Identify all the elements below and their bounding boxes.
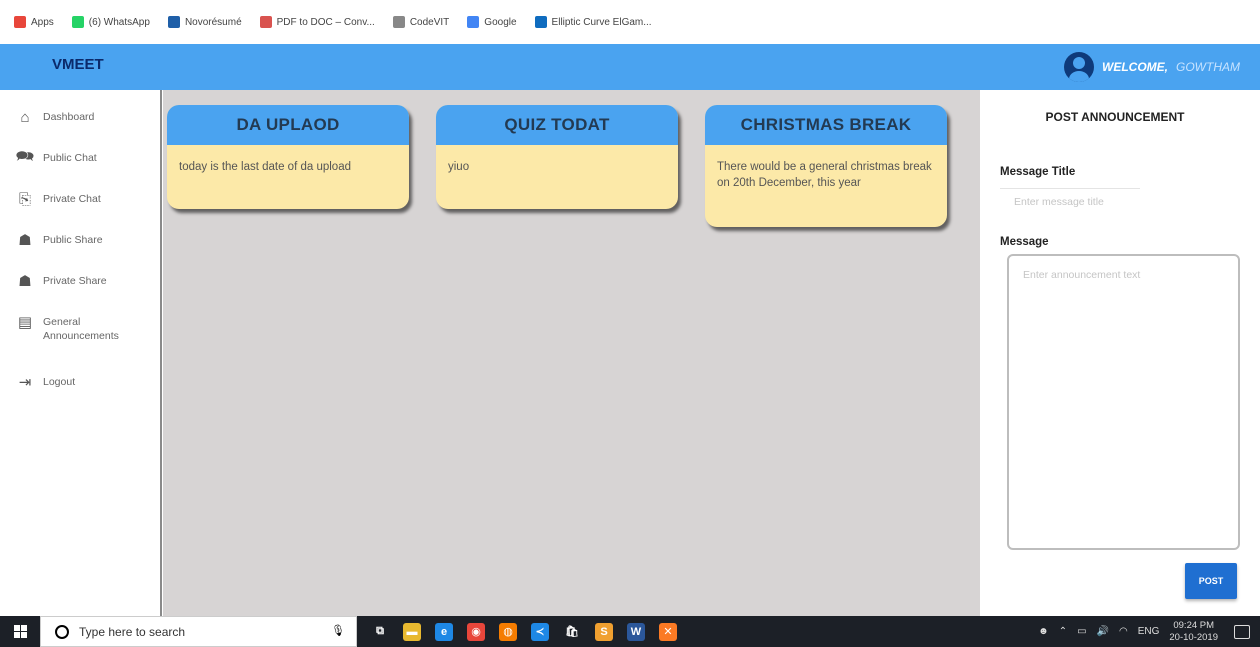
post-announcement-panel: POST ANNOUNCEMENT Message Title Message … bbox=[980, 90, 1260, 616]
sidebar-item-dashboard[interactable]: ⌂ Dashboard bbox=[0, 102, 160, 143]
bookmark-item[interactable]: (6) WhatsApp bbox=[71, 16, 150, 28]
app-header: VMEET WELCOME, GOWTHAM bbox=[0, 44, 1260, 90]
firefox-icon[interactable]: ◍ bbox=[499, 622, 517, 641]
sidebar-item-public-chat[interactable]: 🗪 Public Chat bbox=[0, 143, 160, 184]
bookmark-item[interactable]: Elliptic Curve ElGam... bbox=[534, 16, 652, 28]
windows-taskbar: Type here to search 🎙 ⧉ ▬ e ◉ ◍ ≺ 🛍 S W ✕ ☻ ⌃ ▭ 🔊… bbox=[0, 616, 1260, 647]
xampp-icon[interactable]: ✕ bbox=[659, 622, 677, 641]
post-button[interactable]: POST bbox=[1185, 563, 1237, 599]
wifi-icon[interactable]: ◠ bbox=[1119, 626, 1128, 637]
sidebar: ⌂ Dashboard 🗪 Public Chat ⎘ Private Chat ☗ Publ… bbox=[0, 90, 162, 616]
bookmarks-bar: Apps (6) WhatsApp Novorésumé PDF to DOC – C… bbox=[0, 0, 1260, 44]
apps-grid-icon bbox=[14, 16, 26, 28]
chrome-icon[interactable]: ◉ bbox=[467, 622, 485, 641]
user-avatar-icon[interactable] bbox=[1064, 52, 1094, 82]
bookmark-item[interactable]: Google bbox=[467, 16, 517, 28]
bookmark-item[interactable]: Novorésumé bbox=[167, 16, 242, 28]
volume-icon[interactable]: 🔊 bbox=[1097, 626, 1109, 637]
bookmark-label: Google bbox=[484, 16, 517, 28]
sidebar-item-logout[interactable]: ⇥ Logout bbox=[0, 367, 160, 408]
public-share-icon: ☗ bbox=[18, 232, 32, 249]
public-chat-icon: 🗪 bbox=[15, 147, 35, 165]
announcements-log-icon: ▤ bbox=[17, 314, 33, 331]
logout-icon: ⇥ bbox=[18, 374, 32, 391]
private-chat-icon: ⎘ bbox=[18, 190, 31, 208]
message-textarea[interactable] bbox=[1007, 254, 1240, 550]
user-welcome[interactable]: WELCOME, GOWTHAM bbox=[1064, 52, 1240, 82]
sidebar-item-general-announcements[interactable]: ▤ General Announcements bbox=[0, 307, 160, 367]
chevron-up-icon[interactable]: ⌃ bbox=[1059, 626, 1067, 637]
vscode-icon[interactable]: ≺ bbox=[531, 622, 549, 641]
google-icon bbox=[467, 16, 480, 28]
notification-center-icon[interactable] bbox=[1234, 624, 1250, 639]
sidebar-item-label: General Announcements bbox=[43, 316, 119, 342]
clock[interactable]: 09:24 PM 20-10-2019 bbox=[1169, 620, 1218, 644]
elliptic-icon bbox=[534, 16, 547, 28]
search-placeholder: Type here to search bbox=[79, 624, 186, 639]
bookmark-item[interactable]: Apps bbox=[14, 16, 54, 28]
bookmark-label: PDF to DOC – Conv... bbox=[276, 16, 375, 28]
clock-time: 09:24 PM bbox=[1173, 619, 1215, 631]
edge-icon[interactable]: e bbox=[435, 622, 453, 641]
word-icon[interactable]: W bbox=[627, 622, 645, 641]
username: GOWTHAM bbox=[1176, 60, 1240, 74]
announcement-body: There would be a general christmas break… bbox=[717, 161, 932, 189]
people-icon[interactable]: ☻ bbox=[1038, 626, 1049, 637]
welcome-label: WELCOME, bbox=[1102, 60, 1168, 74]
sidebar-item-label: Private Chat bbox=[43, 193, 101, 205]
pinned-apps: ⧉ ▬ e ◉ ◍ ≺ 🛍 S W ✕ bbox=[371, 622, 677, 641]
sidebar-item-label: Dashboard bbox=[43, 111, 95, 123]
file-explorer-icon[interactable]: ▬ bbox=[403, 622, 421, 641]
store-icon[interactable]: 🛍 bbox=[563, 622, 581, 641]
brand-logo[interactable]: VMEET bbox=[52, 56, 104, 73]
sidebar-item-label: Public Chat bbox=[43, 152, 97, 164]
message-title-input[interactable] bbox=[1000, 188, 1140, 214]
sidebar-item-private-share[interactable]: ☗ Private Share bbox=[0, 266, 160, 307]
announcement-card: CHRISTMAS BREAK There would be a general… bbox=[705, 105, 947, 227]
cortana-circle-icon bbox=[55, 624, 69, 639]
sidebar-item-label: Private Share bbox=[43, 275, 107, 287]
bookmark-item[interactable]: PDF to DOC – Conv... bbox=[259, 16, 375, 28]
bookmark-label: Elliptic Curve ElGam... bbox=[551, 16, 652, 28]
dashboard-icon: ⌂ bbox=[20, 108, 30, 126]
battery-icon[interactable]: ▭ bbox=[1077, 626, 1086, 637]
taskbar-search[interactable]: Type here to search 🎙 bbox=[40, 616, 357, 647]
novoresume-icon bbox=[167, 16, 180, 28]
start-button[interactable] bbox=[0, 616, 40, 647]
sublime-icon[interactable]: S bbox=[595, 622, 613, 641]
announcement-card: DA UPLAOD today is the last date of da u… bbox=[167, 105, 409, 209]
bookmark-label: CodeVIT bbox=[409, 16, 450, 28]
bookmark-label: (6) WhatsApp bbox=[88, 16, 150, 28]
code-icon bbox=[392, 16, 405, 28]
system-tray: ☻ ⌃ ▭ 🔊 ◠ ENG 09:24 PM 20-10-2019 bbox=[1038, 620, 1260, 644]
bookmark-item[interactable]: CodeVIT bbox=[392, 16, 450, 28]
announcement-title: CHRISTMAS BREAK bbox=[705, 105, 947, 145]
clock-date: 20-10-2019 bbox=[1169, 631, 1218, 643]
private-share-icon: ☗ bbox=[18, 273, 32, 290]
announcement-body: yiuo bbox=[448, 161, 470, 173]
announcements-board: DA UPLAOD today is the last date of da u… bbox=[163, 90, 980, 616]
task-view-icon[interactable]: ⧉ bbox=[371, 622, 389, 641]
whatsapp-icon bbox=[71, 16, 84, 28]
message-label: Message bbox=[1000, 236, 1049, 248]
announcement-card: QUIZ TODAT yiuo bbox=[436, 105, 678, 209]
language-indicator[interactable]: ENG bbox=[1138, 626, 1160, 637]
message-title-label: Message Title bbox=[1000, 166, 1076, 178]
announcement-body: today is the last date of da upload bbox=[179, 161, 351, 173]
sidebar-item-label: Logout bbox=[43, 376, 76, 388]
sidebar-item-private-chat[interactable]: ⎘ Private Chat bbox=[0, 184, 160, 225]
microphone-icon[interactable]: 🎙 bbox=[330, 624, 346, 640]
windows-logo-icon bbox=[13, 625, 27, 638]
bookmark-label: Apps bbox=[31, 16, 54, 28]
pdf-doc-icon bbox=[259, 16, 272, 28]
panel-heading: POST ANNOUNCEMENT bbox=[1045, 110, 1185, 124]
announcement-title: DA UPLAOD bbox=[167, 105, 409, 145]
bookmark-label: Novorésumé bbox=[184, 16, 242, 28]
sidebar-item-public-share[interactable]: ☗ Public Share bbox=[0, 225, 160, 266]
announcement-title: QUIZ TODAT bbox=[436, 105, 678, 145]
sidebar-item-label: Public Share bbox=[43, 234, 103, 246]
